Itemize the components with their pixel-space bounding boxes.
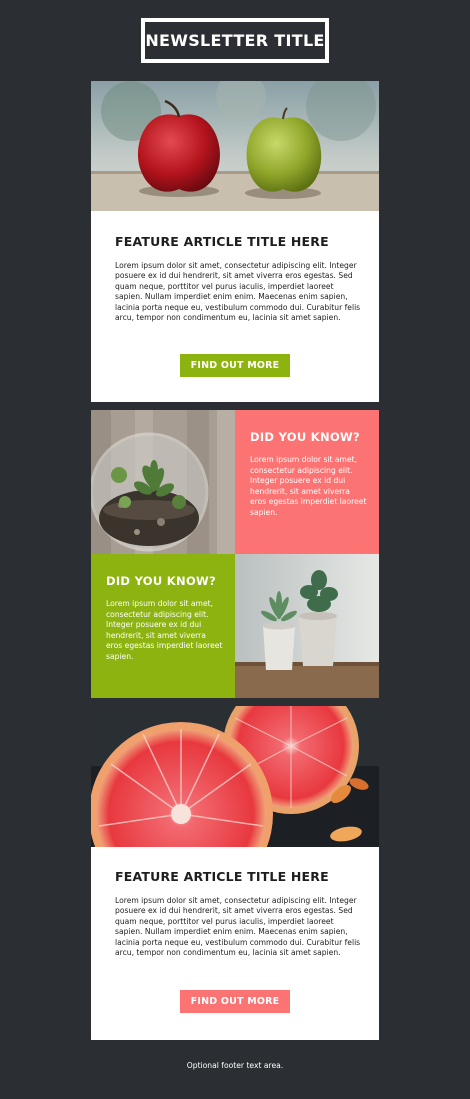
find-out-more-button[interactable]: FIND OUT MORE: [180, 354, 290, 377]
succulents-photo: [235, 554, 379, 698]
newsletter-title: NEWSLETTER TITLE: [141, 18, 329, 63]
feature-article-card: FEATURE ARTICLE TITLE HERE Lorem ipsum d…: [91, 706, 379, 1040]
did-you-know-body: Lorem ipsum dolor sit amet, consectetur …: [250, 455, 367, 517]
did-you-know-title: DID YOU KNOW?: [106, 574, 216, 588]
footer-text: Optional footer text area.: [186, 1061, 284, 1070]
did-you-know-title: DID YOU KNOW?: [250, 430, 360, 444]
did-you-know-body: Lorem ipsum dolor sit amet, consectetur …: [106, 599, 223, 661]
feature-article-body: Lorem ipsum dolor sit amet, consectetur …: [115, 896, 361, 958]
feature-article-title: FEATURE ARTICLE TITLE HERE: [115, 869, 329, 884]
did-you-know-panel: DID YOU KNOW? Lorem ipsum dolor sit amet…: [235, 410, 379, 554]
feature-article-body: Lorem ipsum dolor sit amet, consectetur …: [115, 261, 361, 323]
feature-article-card: FEATURE ARTICLE TITLE HERE Lorem ipsum d…: [91, 81, 379, 402]
feature-article-title: FEATURE ARTICLE TITLE HERE: [115, 234, 329, 249]
find-out-more-button[interactable]: FIND OUT MORE: [180, 990, 290, 1013]
apples-photo: [91, 81, 379, 211]
did-you-know-panel: DID YOU KNOW? Lorem ipsum dolor sit amet…: [91, 554, 235, 698]
terrarium-photo: [91, 410, 235, 554]
grapefruit-photo: [91, 706, 379, 847]
